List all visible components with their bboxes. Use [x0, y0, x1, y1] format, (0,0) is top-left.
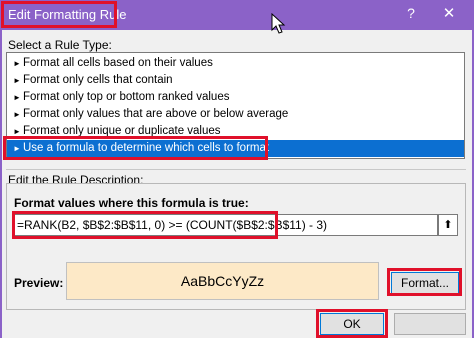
preview-label: Preview: [14, 276, 64, 290]
close-button[interactable]: ✕ [438, 4, 460, 26]
rule-type-item[interactable]: ► Format only values that are above or be… [7, 106, 464, 123]
selected-rule-highlight-box [3, 136, 268, 160]
divider [6, 169, 466, 170]
rule-type-item-label: Format only top or bottom ranked values [23, 91, 230, 103]
ok-highlight-box [316, 309, 388, 338]
arrow-right-icon: ► [13, 76, 21, 85]
mouse-cursor-icon [271, 13, 286, 34]
arrow-right-icon: ► [13, 93, 21, 102]
rule-type-item[interactable]: ► Format only cells that contain [7, 72, 464, 89]
help-button[interactable]: ? [402, 5, 420, 25]
formula-label: Format values where this formula is true… [14, 196, 249, 210]
rule-type-item-label: Format only cells that contain [23, 74, 173, 86]
window-border-left [0, 30, 2, 338]
title-highlight-box [1, 1, 117, 28]
rule-type-item[interactable]: ► Format all cells based on their values [7, 55, 464, 72]
collapse-dialog-button[interactable]: ⬆ [438, 214, 458, 236]
rule-type-label: Select a Rule Type: [8, 38, 112, 52]
rule-type-item-label: Format all cells based on their values [23, 57, 213, 69]
cancel-button[interactable] [394, 313, 466, 335]
preview-sample: AaBbCcYyZz [66, 262, 379, 300]
rule-type-item[interactable]: ► Format only top or bottom ranked values [7, 89, 464, 106]
arrow-right-icon: ► [13, 59, 21, 68]
format-highlight-box [387, 268, 462, 296]
formula-highlight-box [12, 211, 278, 239]
rule-type-item-label: Format only values that are above or bel… [23, 108, 289, 120]
arrow-right-icon: ► [13, 110, 21, 119]
